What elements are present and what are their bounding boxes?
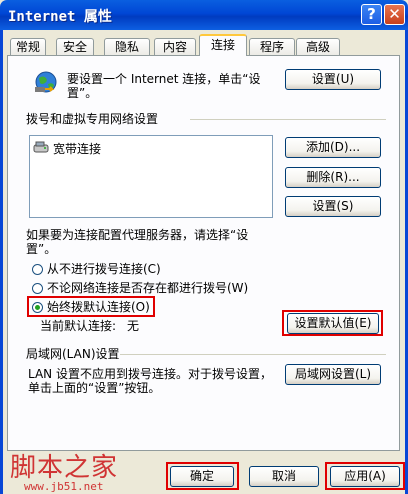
lan-divider	[120, 354, 386, 355]
tab-connections[interactable]: 连接	[199, 34, 247, 56]
help-button[interactable]: ?	[361, 4, 382, 25]
title-bar[interactable]: Internet 属性 ? ✕	[0, 0, 408, 30]
dialup-heading: 拨号和虚拟专用网络设置	[26, 112, 159, 126]
current-default-value: 无	[127, 319, 140, 333]
proxy-hint: 如果要为连接配置代理服务器，请选择“设置”。	[26, 228, 249, 256]
tab-privacy[interactable]: 隐私	[104, 38, 150, 55]
watermark-url: www.jb51.net	[24, 480, 104, 493]
tab-programs[interactable]: 程序	[249, 38, 295, 55]
tab-general[interactable]: 常规	[10, 38, 46, 55]
cancel-button[interactable]: 取消	[249, 466, 319, 487]
window-title: Internet 属性	[8, 9, 112, 25]
broadband-connection-icon	[33, 140, 49, 154]
settings-button[interactable]: 设置(S)	[285, 196, 381, 217]
dialup-divider	[190, 119, 386, 120]
highlight-box-apply	[325, 462, 405, 490]
lan-heading: 局域网(LAN)设置	[26, 347, 120, 361]
tab-content[interactable]: 内容	[154, 38, 196, 55]
watermark-logo: 脚本之家	[10, 453, 119, 483]
globe-network-icon	[33, 70, 59, 96]
remove-button[interactable]: 删除(R)...	[285, 167, 381, 188]
add-button[interactable]: 添加(D)...	[285, 137, 381, 158]
setup-description: 要设置一个 Internet 连接，单击“设置”。	[67, 72, 261, 100]
lan-description: LAN 设置不应用到拨号连接。对于拨号设置，单击上面的“设置”按钮。	[28, 367, 272, 395]
setup-button[interactable]: 设置(U)	[285, 69, 381, 90]
connection-label: 宽带连接	[53, 142, 102, 156]
highlight-box-ok	[166, 462, 239, 490]
lan-settings-button[interactable]: 局域网设置(L)	[285, 364, 381, 385]
tab-security[interactable]: 安全	[56, 38, 94, 55]
radio-never-dial-label: 从不进行拨号连接(C)	[47, 262, 161, 276]
window-frame-left	[0, 30, 3, 494]
highlight-box-default-option	[27, 296, 155, 317]
connection-list[interactable]: 宽带连接	[29, 135, 273, 218]
radio-dial-whenever[interactable]	[32, 283, 43, 294]
current-default-label: 当前默认连接:	[40, 319, 117, 333]
close-button[interactable]: ✕	[384, 4, 405, 25]
radio-never-dial[interactable]	[32, 264, 43, 275]
radio-dial-whenever-label: 不论网络连接是否存在都进行拨号(W)	[47, 281, 249, 295]
highlight-box-set-default	[282, 310, 383, 336]
tab-advanced[interactable]: 高级	[296, 38, 340, 55]
